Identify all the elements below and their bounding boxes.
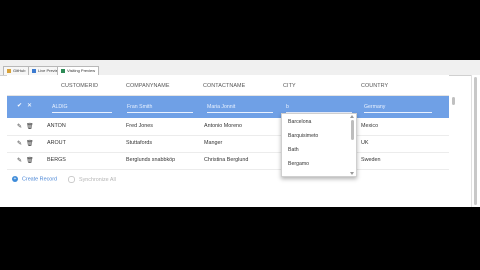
column-header-city[interactable]: City xyxy=(283,83,296,89)
column-header-companyname[interactable]: CompanyName xyxy=(126,83,170,89)
sync-icon xyxy=(68,176,75,183)
close-icon[interactable]: ✕ xyxy=(27,102,32,109)
column-header-customerid[interactable]: CustomerID xyxy=(61,83,98,89)
city-option[interactable]: Bath xyxy=(288,147,299,153)
country-input[interactable]: Germany xyxy=(364,103,432,113)
table-row[interactable]: ✎ 🗑 AROUT Stuttafords Manger UK xyxy=(7,135,449,153)
cell-contact-name: Antonio Moreno xyxy=(204,123,243,129)
cell-contact-name: Manger xyxy=(204,140,223,146)
dropdown-scrollbar-thumb[interactable] xyxy=(351,120,354,140)
delete-icon[interactable]: 🗑 xyxy=(26,123,34,130)
city-option[interactable]: Bergamo xyxy=(288,161,309,167)
preview-icon xyxy=(32,68,36,73)
scroll-up-icon[interactable] xyxy=(350,115,354,118)
github-icon xyxy=(7,68,11,73)
tab-github[interactable]: GitHub xyxy=(3,66,30,75)
tab-bar: GitHub Live Preview Visiting Preview xyxy=(0,60,480,76)
cell-customer-id: AROUT xyxy=(47,140,66,146)
cell-contact-name: Christina Berglund xyxy=(204,157,249,163)
edit-icon[interactable]: ✎ xyxy=(17,140,22,147)
edit-icon[interactable]: ✎ xyxy=(17,157,22,164)
window-scrollbar[interactable] xyxy=(471,75,480,207)
column-header-contactname[interactable]: ContactName xyxy=(203,83,245,89)
delete-icon[interactable]: 🗑 xyxy=(26,140,34,147)
check-icon[interactable]: ✔ xyxy=(17,102,22,109)
cell-country: Sweden xyxy=(361,157,381,163)
city-input[interactable]: b xyxy=(286,103,352,113)
cell-country: UK xyxy=(361,140,369,146)
cell-company-name: Berglunds snabbköp xyxy=(126,157,176,163)
data-grid: CustomerID CompanyName ContactName City … xyxy=(7,75,455,187)
table-row[interactable]: ✎ 🗑 ANTON Fred Jones Antonio Moreno Mexi… xyxy=(7,118,449,136)
table-row[interactable]: ✎ 🗑 BERGS Berglunds snabbköp Christina B… xyxy=(7,152,449,170)
edit-row: ✔ ✕ ALDIG Fran Smith Maria Jonnit b Germ… xyxy=(7,96,449,118)
cell-customer-id: ANTON xyxy=(47,123,66,129)
cell-customer-id: BERGS xyxy=(47,157,66,163)
grid-scrollbar[interactable] xyxy=(451,96,456,182)
scroll-down-icon[interactable] xyxy=(350,172,354,175)
city-option[interactable]: Barcelona xyxy=(288,119,311,125)
synchronize-all-label: Synchronize All xyxy=(79,176,116,183)
contact-name-input[interactable]: Maria Jonnit xyxy=(207,103,273,113)
edit-icon[interactable]: ✎ xyxy=(17,123,22,130)
grid-scrollbar-thumb[interactable] xyxy=(452,97,455,105)
cell-company-name: Fred Jones xyxy=(126,123,153,129)
tab-visiting-preview-label: Visiting Preview xyxy=(67,68,96,73)
delete-icon[interactable]: 🗑 xyxy=(26,157,34,164)
window-scrollbar-thumb[interactable] xyxy=(474,77,477,205)
cell-company-name: Stuttafords xyxy=(126,140,153,146)
plus-icon: + xyxy=(12,176,18,182)
app-window: GitHub Live Preview Visiting Preview Cus… xyxy=(0,60,480,207)
tab-github-label: GitHub xyxy=(13,68,26,73)
column-header-country[interactable]: Country xyxy=(361,83,388,89)
synchronize-all-button[interactable]: Synchronize All xyxy=(68,176,116,183)
tab-visiting-preview[interactable]: Visiting Preview xyxy=(57,66,100,75)
city-option[interactable]: Barquisimeto xyxy=(288,133,318,139)
create-record-label: Create Record xyxy=(22,176,58,183)
window-icon xyxy=(61,68,65,73)
city-dropdown: Barcelona Barquisimeto Bath Bergamo xyxy=(281,113,357,177)
cell-country: Mexico xyxy=(361,123,379,129)
customer-id-input[interactable]: ALDIG xyxy=(52,103,112,113)
company-name-input[interactable]: Fran Smith xyxy=(127,103,193,113)
create-record-button[interactable]: + Create Record xyxy=(12,176,57,182)
